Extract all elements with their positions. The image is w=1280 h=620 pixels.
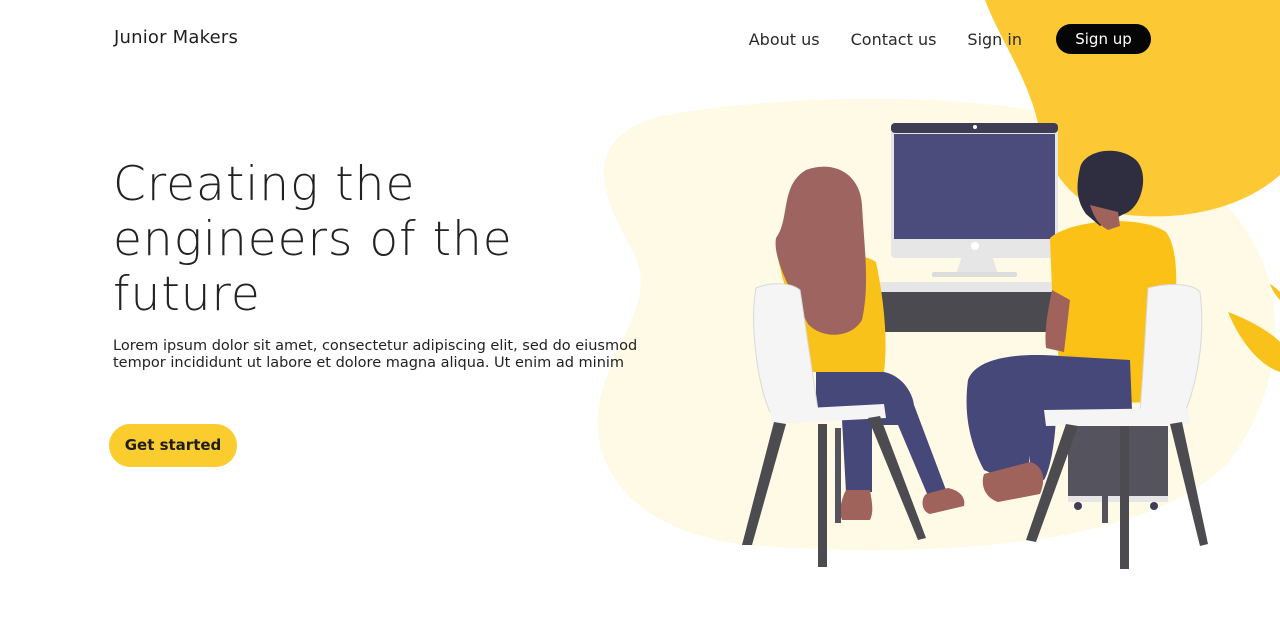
hero-description: Lorem ipsum dolor sit amet, consectetur … <box>113 338 638 371</box>
computer-tower <box>1068 426 1168 500</box>
main-nav: About us Contact us Sign in Sign up <box>749 24 1151 54</box>
nav-about-link[interactable]: About us <box>749 30 820 49</box>
get-started-button[interactable]: Get started <box>109 424 237 467</box>
nav-signin-link[interactable]: Sign in <box>967 30 1022 49</box>
hero-title: Creating the engineers of the future <box>113 157 513 322</box>
people-at-computer-illustration <box>742 123 1208 569</box>
signup-button[interactable]: Sign up <box>1056 24 1151 54</box>
hero-section: Creating the engineers of the future Lor… <box>113 157 653 371</box>
site-header: Junior Makers About us Contact us Sign i… <box>0 0 1280 80</box>
man-chair-back <box>1139 284 1203 413</box>
brand-logo[interactable]: Junior Makers <box>114 27 238 48</box>
nav-contact-link[interactable]: Contact us <box>851 30 937 49</box>
